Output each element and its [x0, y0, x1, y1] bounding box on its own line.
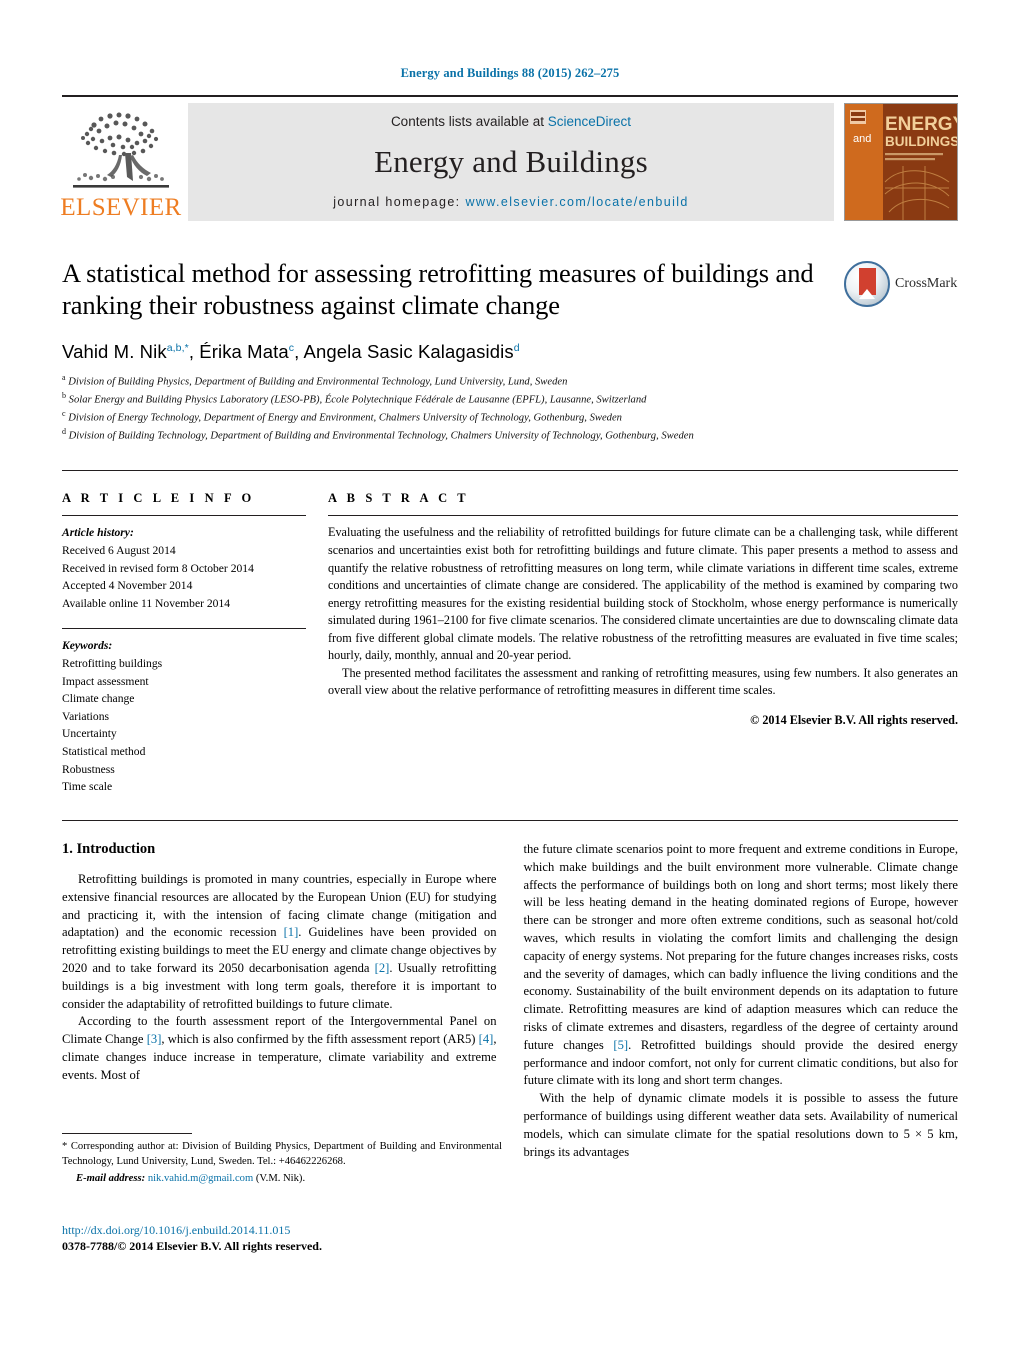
- citation-ref[interactable]: [3]: [147, 1032, 162, 1046]
- article-history-item: Received 6 August 2014: [62, 543, 176, 557]
- journal-masthead: ELSEVIER Contents lists available at Sci…: [60, 95, 958, 221]
- divider: [62, 819, 958, 821]
- keyword-item: Climate change: [62, 692, 135, 706]
- affiliation-item: d Division of Building Technology, Depar…: [62, 426, 958, 444]
- body-paragraph: With the help of dynamic climate models …: [523, 1091, 959, 1159]
- article-history-label: Article history:: [62, 526, 134, 540]
- svg-text:BUILDINGS: BUILDINGS: [885, 134, 957, 149]
- keyword-item: Impact assessment: [62, 674, 149, 688]
- footnote-block: * Corresponding author at: Division of B…: [62, 1133, 502, 1186]
- body-paragraph: the future climate scenarios point to mo…: [524, 841, 959, 1090]
- info-abstract-region: A R T I C L E I N F O Article history: R…: [62, 470, 958, 796]
- citation-ref[interactable]: [1]: [284, 925, 299, 939]
- running-head: Energy and Buildings 88 (2015) 262–275: [400, 66, 620, 80]
- page-title: A statistical method for assessing retro…: [62, 258, 814, 321]
- affiliation-item: a Division of Building Physics, Departme…: [62, 372, 958, 390]
- affiliation-item: c Division of Energy Technology, Departm…: [62, 408, 958, 426]
- body-paragraph: According to the fourth assessment repor…: [62, 1013, 497, 1084]
- citation-ref[interactable]: [5]: [613, 1038, 628, 1052]
- elsevier-wordmark: ELSEVIER: [60, 194, 182, 221]
- divider: [328, 515, 958, 517]
- email-note: E-mail address: nik.vahid.m@gmail.com (V…: [62, 1171, 502, 1186]
- journal-homepage-link[interactable]: www.elsevier.com/locate/enbuild: [465, 195, 688, 209]
- paragraph-text: the future climate scenarios point to mo…: [523, 841, 959, 1052]
- paragraph-text: , which is also confirmed by the fifth a…: [161, 1032, 479, 1047]
- crossmark-badge[interactable]: CrossMark: [844, 257, 962, 311]
- affiliation-marker: d: [62, 427, 66, 437]
- masthead-center-band: Contents lists available at ScienceDirec…: [188, 103, 834, 221]
- affiliation-marker: c: [62, 409, 66, 419]
- affiliation-text: Solar Energy and Building Physics Labora…: [68, 394, 647, 406]
- email-label: E-mail address:: [76, 1172, 146, 1184]
- journal-homepage-line: journal homepage: www.elsevier.com/locat…: [333, 195, 689, 209]
- contents-prefix: Contents lists available at: [390, 114, 548, 129]
- keyword-item: Robustness: [62, 762, 115, 776]
- svg-text:and: and: [853, 133, 871, 145]
- abstract-paragraph: Evaluating the usefulness and the reliab…: [328, 525, 958, 663]
- homepage-prefix: journal homepage:: [333, 195, 466, 209]
- paper-page: Energy and Buildings 88 (2015) 262–275 E…: [0, 0, 1020, 1351]
- body-column-right: the future climate scenarios point to mo…: [524, 841, 959, 1162]
- email-link[interactable]: nik.vahid.m@gmail.com: [148, 1173, 253, 1184]
- article-history-item: Available online 11 November 2014: [62, 596, 231, 610]
- doi-block: http://dx.doi.org/10.1016/j.enbuild.2014…: [62, 1222, 582, 1254]
- keyword-item: Time scale: [62, 780, 113, 794]
- body-column-left: 1. Introduction Retrofitting buildings i…: [62, 841, 497, 1162]
- section-heading: 1. Introduction: [62, 840, 156, 857]
- affiliation-marker: b: [62, 391, 66, 401]
- journal-title: Energy and Buildings: [374, 144, 648, 179]
- corresponding-author-note: * Corresponding author at: Division of B…: [62, 1141, 502, 1168]
- contents-list-line: Contents lists available at ScienceDirec…: [391, 114, 631, 129]
- keywords-label: Keywords:: [62, 639, 113, 653]
- elsevier-logo: ELSEVIER: [60, 103, 182, 221]
- copyright-line: © 2014 Elsevier B.V. All rights reserved…: [750, 713, 958, 727]
- elsevier-tree-icon: [67, 107, 175, 195]
- affiliation-text: Division of Building Physics, Department…: [68, 376, 568, 388]
- author-list: Vahid M. Nika,b,*, Érika Matac, Angela S…: [62, 341, 520, 362]
- svg-text:ENERGY: ENERGY: [885, 114, 957, 135]
- divider: [62, 628, 306, 630]
- crossmark-label: CrossMark: [895, 276, 958, 291]
- journal-cover-thumbnail: and ENERGY BUILDINGS: [844, 103, 958, 221]
- citation-ref[interactable]: [2]: [375, 961, 390, 975]
- title-block: A statistical method for assessing retro…: [62, 257, 958, 323]
- body-columns: 1. Introduction Retrofitting buildings i…: [62, 841, 958, 1162]
- issn-copyright: 0378-7788/© 2014 Elsevier B.V. All right…: [62, 1239, 322, 1254]
- keyword-item: Uncertainty: [62, 727, 117, 741]
- email-suffix: (V.M. Nik).: [255, 1172, 306, 1184]
- abstract-paragraph: The presented method facilitates the ass…: [328, 665, 958, 698]
- affiliation-item: b Solar Energy and Building Physics Labo…: [62, 390, 958, 408]
- keyword-item: Statistical method: [62, 745, 146, 759]
- affiliation-text: Division of Building Technology, Departm…: [68, 430, 694, 442]
- affiliation-text: Division of Energy Technology, Departmen…: [68, 412, 622, 424]
- citation-ref[interactable]: [4]: [479, 1032, 494, 1046]
- affiliation-list: a Division of Building Physics, Departme…: [62, 372, 958, 444]
- divider: [62, 515, 306, 517]
- article-info-heading: A R T I C L E I N F O: [62, 491, 255, 506]
- abstract-heading: A B S T R A C T: [328, 491, 470, 506]
- abstract-column: A B S T R A C T Evaluating the usefulnes…: [328, 491, 958, 796]
- abstract-body: Evaluating the usefulness and the reliab…: [328, 524, 958, 728]
- affiliation-marker: a: [62, 373, 66, 382]
- footnote-rule: [62, 1133, 192, 1134]
- body-paragraph: Retrofitting buildings is promoted in ma…: [62, 871, 497, 1014]
- doi-link[interactable]: http://dx.doi.org/10.1016/j.enbuild.2014…: [62, 1222, 582, 1238]
- article-info-column: A R T I C L E I N F O Article history: R…: [62, 491, 328, 796]
- article-history-item: Accepted 4 November 2014: [62, 579, 193, 593]
- crossmark-icon: [844, 261, 890, 307]
- article-history-item: Received in revised form 8 October 2014: [62, 561, 254, 575]
- sciencedirect-link[interactable]: ScienceDirect: [548, 114, 631, 129]
- keyword-item: Retrofitting buildings: [62, 657, 163, 671]
- keyword-item: Variations: [62, 709, 110, 723]
